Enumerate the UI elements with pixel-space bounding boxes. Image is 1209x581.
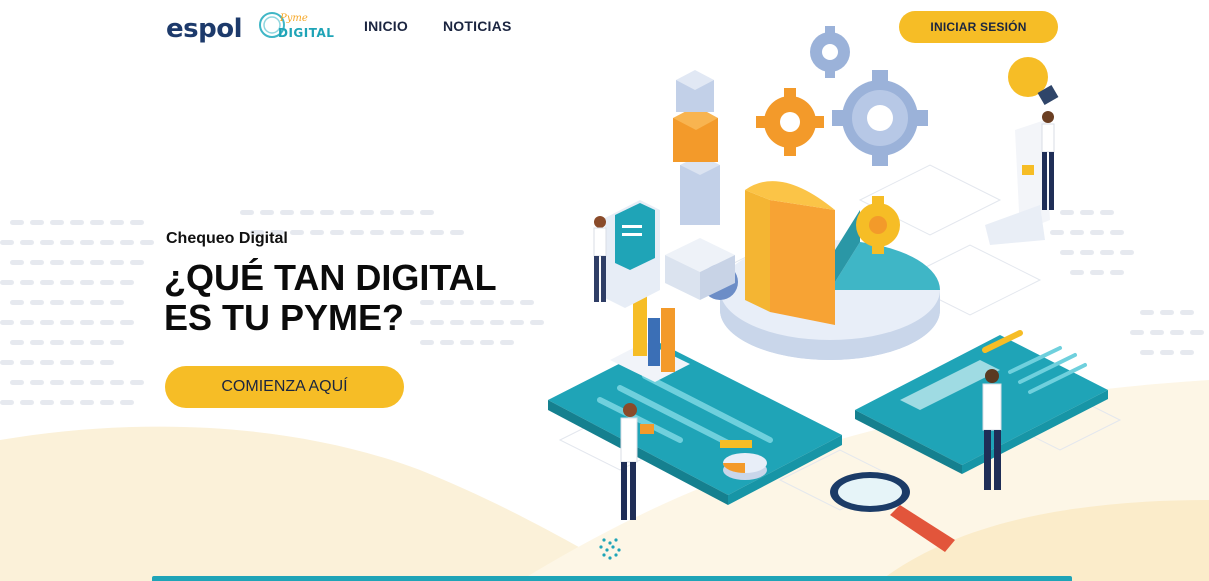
cube-stack bbox=[665, 70, 735, 300]
pyme-logo-bottom: DIGITAL bbox=[278, 26, 335, 40]
pyme-digital-logo[interactable]: Pyme DIGITAL bbox=[258, 9, 334, 45]
document-icon bbox=[985, 120, 1050, 245]
gear-icon-orange bbox=[756, 88, 824, 156]
kiosk-icon bbox=[605, 200, 660, 308]
section-divider bbox=[152, 576, 1072, 581]
hero-headline-line2: ES TU PYME? bbox=[164, 297, 405, 338]
hero-headline: ¿QUÉ TAN DIGITAL ES TU PYME? bbox=[164, 258, 497, 338]
dot-pattern-right bbox=[1050, 210, 1204, 355]
person-figure-left bbox=[593, 216, 607, 302]
gear-icon-small-top bbox=[810, 26, 850, 78]
lightbulb-icon bbox=[1008, 57, 1059, 106]
gear-icon-blue-large bbox=[832, 70, 928, 166]
nav-noticias[interactable]: NOTICIAS bbox=[443, 18, 512, 34]
hero-kicker: Chequeo Digital bbox=[166, 230, 288, 247]
espol-logo[interactable]: espol bbox=[166, 14, 243, 44]
start-here-button[interactable]: COMIENZA AQUÍ bbox=[165, 366, 404, 408]
nav-inicio[interactable]: INICIO bbox=[364, 18, 408, 34]
login-button[interactable]: INICIAR SESIÓN bbox=[899, 11, 1058, 43]
pyme-logo-top: Pyme bbox=[280, 13, 308, 24]
pie-chart-3d bbox=[720, 181, 940, 360]
hero-headline-line1: ¿QUÉ TAN DIGITAL bbox=[164, 257, 497, 298]
